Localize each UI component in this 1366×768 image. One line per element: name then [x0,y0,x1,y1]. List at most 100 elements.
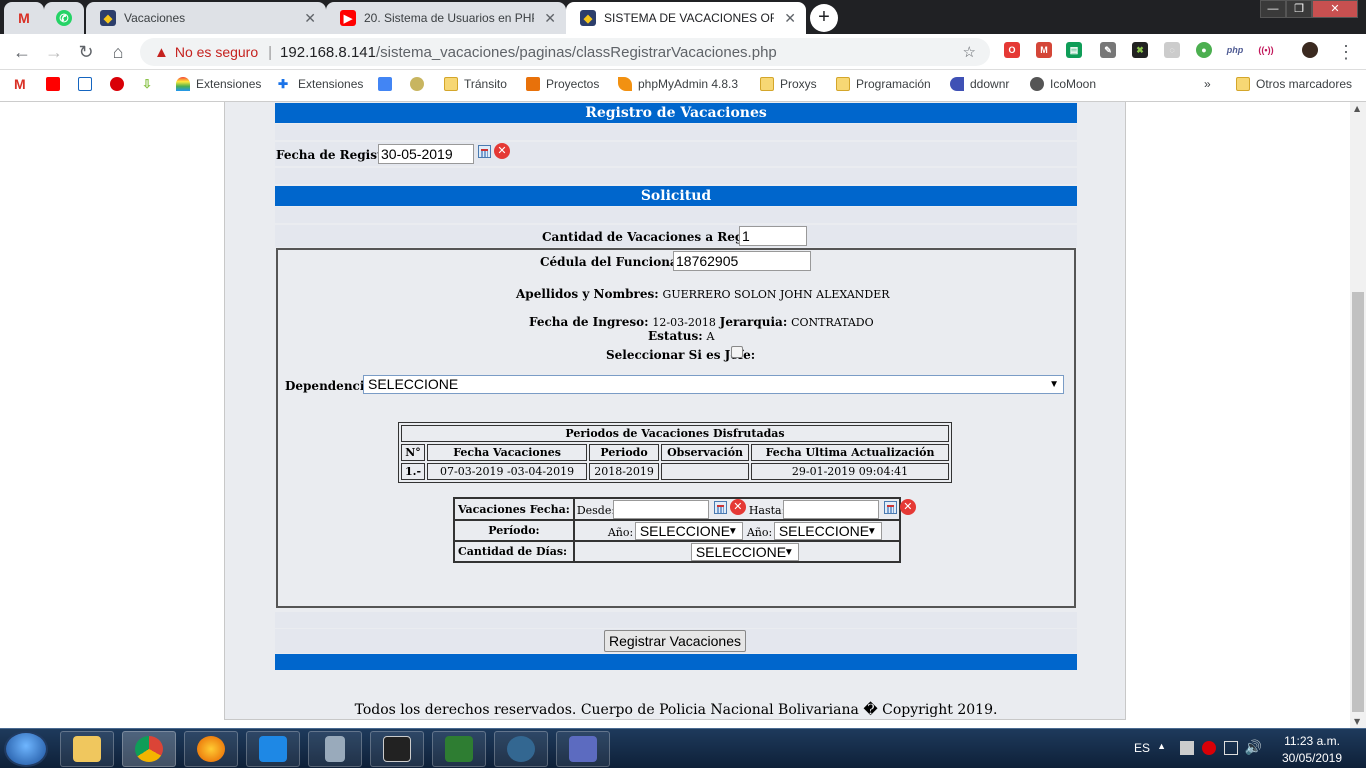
cedula-input[interactable]: 18762905 [673,251,811,271]
bookmark-translate[interactable] [378,77,398,91]
taskbar-calculator[interactable] [308,731,362,767]
calendar-icon[interactable] [478,145,491,158]
bookmark-ddownr[interactable]: ddownr [950,77,1009,91]
back-arrow-icon[interactable]: ← [12,42,32,63]
bookmark-star-icon[interactable]: ☆ [963,43,976,61]
desde-input[interactable] [612,500,709,519]
bookmark-otros-marcadores[interactable]: Otros marcadores [1236,77,1352,91]
console-icon [383,736,411,762]
cantidad-input[interactable]: 1 [739,226,807,246]
vac-fecha-label: Vacaciones Fecha: [454,498,574,520]
anio-select-2[interactable]: SELECCIONE ▼ [773,522,882,540]
bookmark-gmail[interactable]: M [14,77,34,91]
network-tray-icon[interactable] [1224,741,1238,755]
green-circle-icon[interactable]: ● [1196,42,1212,58]
mega-icon[interactable] [1202,741,1216,755]
bookmark-ytmp3[interactable] [78,77,98,91]
footer-bar [275,654,1077,670]
bookmark-youtube[interactable] [46,77,66,91]
close-icon[interactable]: ✕ [304,10,316,27]
ghost-icon[interactable]: ◌ [1164,42,1180,58]
bookmark-icomoon[interactable]: IcoMoon [1030,77,1096,91]
scroll-down-icon[interactable]: ▼ [1354,717,1360,726]
taskbar-console[interactable] [370,731,424,767]
start-button[interactable] [4,731,48,767]
php-icon[interactable]: php [1224,42,1246,58]
vertical-scrollbar[interactable]: ▲ ▼ [1350,102,1366,728]
estatus-label: Estatus: [648,329,703,343]
taskbar-monitor[interactable] [432,731,486,767]
menu-dots-icon[interactable]: ⋮ [1336,42,1356,63]
tab-vacaciones[interactable]: ◆ Vacaciones ✕ [86,2,326,34]
taskbar-network[interactable] [556,731,610,767]
close-icon[interactable]: ✕ [784,10,796,27]
table-cell [661,463,750,480]
close-icon[interactable]: ✕ [544,10,556,27]
registrar-vacaciones-button[interactable]: Registrar Vacaciones [604,630,746,652]
tab-gmail[interactable]: M [4,2,44,34]
eyedropper-icon[interactable]: ✎ [1100,42,1116,58]
calendar-icon[interactable] [713,501,727,514]
close-window-button[interactable]: ✕ [1312,0,1358,18]
taskbar-pgadmin[interactable] [494,731,548,767]
broadcast-icon[interactable]: ((•)) [1258,42,1274,58]
bookmark-proyectos[interactable]: Proyectos [526,77,599,91]
grid-icon [526,77,540,91]
taskbar-chrome[interactable] [122,731,176,767]
clear-date-icon[interactable]: ✕ [494,143,510,159]
sheets-icon[interactable]: ▤ [1066,42,1082,58]
scrollbar-thumb[interactable] [1352,292,1364,712]
fecha-registro-input[interactable]: 30-05-2019 [378,144,474,164]
hasta-input[interactable] [782,500,879,519]
tab-sistema-vacaciones[interactable]: ◆ SISTEMA DE VACACIONES OFICI ✕ [566,2,806,34]
solicitud-panel: Cédula del Funcionario: 18762905 Apellid… [276,248,1076,608]
clock-date[interactable]: 30/05/2019 [1272,751,1352,765]
profile-avatar[interactable] [1302,42,1318,58]
forward-arrow-icon[interactable]: → [44,42,64,63]
dias-select[interactable]: SELECCIONE ▼ [690,543,799,561]
calendar-icon[interactable] [883,501,897,514]
reload-icon[interactable]: ↻ [76,42,96,63]
vacaciones-form-table: Vacaciones Fecha: Desde: ✕ Hasta: ✕ Perí… [453,497,916,563]
jefe-checkbox[interactable] [731,346,743,358]
minimize-button[interactable]: — [1260,0,1286,18]
taskbar-vscode[interactable] [246,731,300,767]
bookmark-phpmyadmin[interactable]: phpMyAdmin 4.8.3 [618,77,738,91]
x-extension-icon[interactable]: ✖ [1132,42,1148,58]
folder-icon [1236,77,1250,91]
clear-date-icon[interactable]: ✕ [899,499,916,515]
chevron-double-right-icon: » [1204,77,1211,91]
scroll-up-icon[interactable]: ▲ [1354,104,1360,113]
bookmark-proxys[interactable]: Proxys [760,77,817,91]
home-icon[interactable]: ⌂ [108,42,128,63]
dependencia-select[interactable]: SELECCIONE ▼ [363,375,1064,394]
bookmark-programacion[interactable]: Programación [836,77,931,91]
police-shield-icon: ◆ [580,10,596,26]
taskbar-explorer[interactable] [60,731,114,767]
volume-icon[interactable]: 🔊 [1245,739,1262,756]
tab-whatsapp[interactable]: ✆ [44,2,84,34]
rainbow-icon [176,77,190,91]
bookmark-extensiones-2[interactable]: ✚ Extensiones [278,77,363,91]
tray-expand-icon[interactable]: ▲ [1157,741,1166,751]
security-status[interactable]: No es seguro [175,44,258,60]
taskbar-firefox[interactable] [184,731,238,767]
opera-icon[interactable]: O [1004,42,1020,58]
bookmark-mega[interactable] [110,77,130,91]
gmail-notifier-icon[interactable]: M [1036,42,1052,58]
address-bar[interactable]: ▲ No es seguro | 192.168.8.141 /sistema_… [140,38,990,66]
clear-date-icon[interactable]: ✕ [729,499,746,515]
clock-time[interactable]: 11:23 a.m. [1272,734,1352,748]
bookmark-download[interactable]: ⇩ [142,77,162,91]
anio-select-1[interactable]: SELECCIONE ▼ [634,522,743,540]
flag-icon[interactable] [1180,741,1194,755]
bookmarks-overflow-button[interactable]: » [1204,77,1211,91]
bookmark-extensiones-1[interactable]: Extensiones [176,77,261,91]
tab-youtube[interactable]: ▶ 20. Sistema de Usuarios en PHP y ✕ [326,2,566,34]
maximize-button[interactable]: ❐ [1286,0,1312,18]
bookmark-disk[interactable] [410,77,430,91]
chevron-down-icon: ▼ [727,526,738,537]
language-indicator[interactable]: ES [1134,741,1150,755]
new-tab-button[interactable]: + [810,4,838,32]
bookmark-transito[interactable]: Tránsito [444,77,507,91]
